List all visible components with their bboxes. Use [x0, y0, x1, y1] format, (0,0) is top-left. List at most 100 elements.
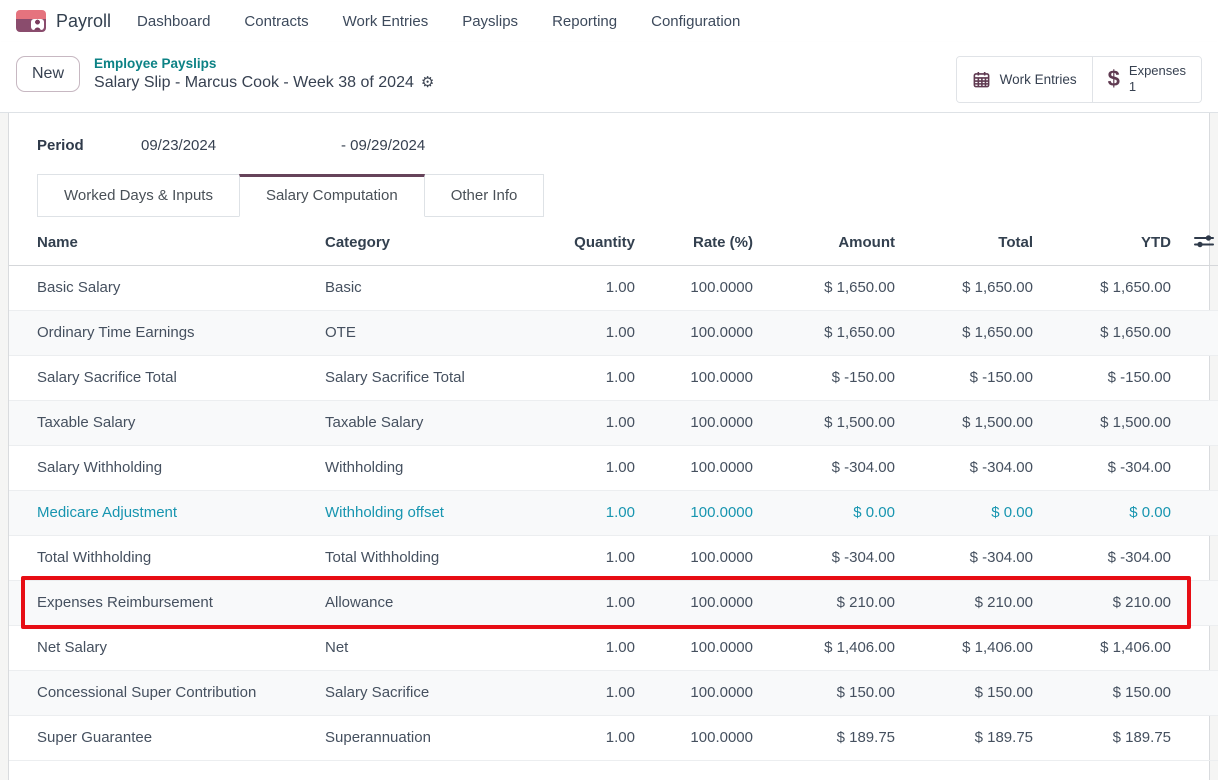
cell-total[interactable]: $ -304.00 [905, 445, 1043, 490]
payslip-line-row[interactable]: Total Withholding Total Withholding 1.00… [9, 535, 1218, 580]
cell-name[interactable]: Ordinary Time Earnings [9, 310, 325, 355]
cell-rate[interactable]: 100.0000 [645, 265, 763, 310]
payslip-line-row[interactable]: Super Guarantee Superannuation 1.00 100.… [9, 715, 1218, 760]
cell-rate[interactable]: 100.0000 [645, 715, 763, 760]
nav-item-configuration[interactable]: Configuration [651, 13, 740, 30]
cell-total[interactable]: $ -150.00 [905, 355, 1043, 400]
sliders-icon[interactable] [1194, 233, 1214, 249]
cell-quantity[interactable]: 1.00 [543, 535, 645, 580]
cell-name[interactable]: Total Withholding [9, 535, 325, 580]
cell-quantity[interactable]: 1.00 [543, 310, 645, 355]
tab-worked-days-inputs[interactable]: Worked Days & Inputs [37, 174, 240, 217]
cell-total[interactable]: $ 189.75 [905, 715, 1043, 760]
cell-amount[interactable]: $ 0.00 [763, 490, 905, 535]
payslip-line-row[interactable]: Ordinary Time Earnings OTE 1.00 100.0000… [9, 310, 1218, 355]
cell-rate[interactable]: 100.0000 [645, 535, 763, 580]
cell-name[interactable]: Salary Sacrifice Total [9, 355, 325, 400]
cell-ytd[interactable]: $ 1,650.00 [1043, 265, 1181, 310]
cell-name[interactable]: Salary Withholding [9, 445, 325, 490]
cell-amount[interactable]: $ 210.00 [763, 580, 905, 625]
nav-item-contracts[interactable]: Contracts [244, 13, 308, 30]
cell-ytd[interactable]: $ 1,650.00 [1043, 310, 1181, 355]
nav-item-payslips[interactable]: Payslips [462, 13, 518, 30]
tab-salary-computation[interactable]: Salary Computation [239, 174, 425, 217]
payslip-line-row[interactable]: Taxable Salary Taxable Salary 1.00 100.0… [9, 400, 1218, 445]
work-entries-button[interactable]: Work Entries [957, 57, 1092, 102]
cell-name[interactable]: Expenses Reimbursement [9, 580, 325, 625]
cell-rate[interactable]: 100.0000 [645, 490, 763, 535]
cell-name[interactable]: Medicare Adjustment [9, 490, 325, 535]
expenses-button[interactable]: $ Expenses 1 [1092, 57, 1201, 102]
cell-ytd[interactable]: $ -150.00 [1043, 355, 1181, 400]
cell-quantity[interactable]: 1.00 [543, 490, 645, 535]
cell-ytd[interactable]: $ 150.00 [1043, 670, 1181, 715]
breadcrumb-parent-link[interactable]: Employee Payslips [94, 56, 434, 73]
cell-ytd[interactable]: $ 1,406.00 [1043, 625, 1181, 670]
cell-category[interactable]: Superannuation [325, 715, 543, 760]
nav-item-reporting[interactable]: Reporting [552, 13, 617, 30]
cell-category[interactable]: Withholding [325, 445, 543, 490]
cell-rate[interactable]: 100.0000 [645, 670, 763, 715]
payslip-line-row[interactable]: Basic Salary Basic 1.00 100.0000 $ 1,650… [9, 265, 1218, 310]
cell-category[interactable]: Salary Sacrifice [325, 670, 543, 715]
payslip-line-row[interactable]: Medicare Adjustment Withholding offset 1… [9, 490, 1218, 535]
cell-rate[interactable]: 100.0000 [645, 310, 763, 355]
cell-total[interactable]: $ -304.00 [905, 535, 1043, 580]
cell-name[interactable]: Basic Salary [9, 265, 325, 310]
cell-category[interactable]: Allowance [325, 580, 543, 625]
cell-name[interactable]: Net Salary [9, 625, 325, 670]
cell-amount[interactable]: $ 1,650.00 [763, 310, 905, 355]
cell-quantity[interactable]: 1.00 [543, 715, 645, 760]
cell-category[interactable]: Taxable Salary [325, 400, 543, 445]
cell-total[interactable]: $ 1,650.00 [905, 265, 1043, 310]
payslip-line-row[interactable]: Salary Sacrifice Total Salary Sacrifice … [9, 355, 1218, 400]
cell-ytd[interactable]: $ 0.00 [1043, 490, 1181, 535]
cell-amount[interactable]: $ 1,406.00 [763, 625, 905, 670]
cell-total[interactable]: $ 1,500.00 [905, 400, 1043, 445]
cell-name[interactable]: Taxable Salary [9, 400, 325, 445]
cell-amount[interactable]: $ -150.00 [763, 355, 905, 400]
cell-name[interactable]: Concessional Super Contribution [9, 670, 325, 715]
cell-amount[interactable]: $ -304.00 [763, 445, 905, 490]
cell-ytd[interactable]: $ 210.00 [1043, 580, 1181, 625]
nav-item-work-entries[interactable]: Work Entries [343, 13, 429, 30]
cell-category[interactable]: Total Withholding [325, 535, 543, 580]
cell-quantity[interactable]: 1.00 [543, 355, 645, 400]
cell-total[interactable]: $ 1,406.00 [905, 625, 1043, 670]
cell-total[interactable]: $ 0.00 [905, 490, 1043, 535]
payslip-line-row[interactable]: Expenses Reimbursement Allowance 1.00 10… [9, 580, 1218, 625]
cell-category[interactable]: Basic [325, 265, 543, 310]
cell-quantity[interactable]: 1.00 [543, 625, 645, 670]
cell-ytd[interactable]: $ -304.00 [1043, 535, 1181, 580]
cell-amount[interactable]: $ 189.75 [763, 715, 905, 760]
payslip-line-row[interactable]: Concessional Super Contribution Salary S… [9, 670, 1218, 715]
cell-quantity[interactable]: 1.00 [543, 400, 645, 445]
new-button[interactable]: New [16, 56, 80, 92]
cell-quantity[interactable]: 1.00 [543, 265, 645, 310]
cell-rate[interactable]: 100.0000 [645, 445, 763, 490]
cell-name[interactable]: Super Guarantee [9, 715, 325, 760]
cell-ytd[interactable]: $ -304.00 [1043, 445, 1181, 490]
cell-total[interactable]: $ 1,650.00 [905, 310, 1043, 355]
cell-total[interactable]: $ 150.00 [905, 670, 1043, 715]
payslip-line-row[interactable]: Salary Withholding Withholding 1.00 100.… [9, 445, 1218, 490]
nav-item-dashboard[interactable]: Dashboard [137, 13, 210, 30]
cell-category[interactable]: OTE [325, 310, 543, 355]
cell-ytd[interactable]: $ 189.75 [1043, 715, 1181, 760]
cell-quantity[interactable]: 1.00 [543, 670, 645, 715]
cell-quantity[interactable]: 1.00 [543, 445, 645, 490]
payroll-app-icon[interactable] [16, 10, 46, 32]
cell-category[interactable]: Net [325, 625, 543, 670]
cell-amount[interactable]: $ 150.00 [763, 670, 905, 715]
period-start-field[interactable]: 09/23/2024 [141, 137, 341, 154]
cell-rate[interactable]: 100.0000 [645, 580, 763, 625]
cell-rate[interactable]: 100.0000 [645, 355, 763, 400]
cell-rate[interactable]: 100.0000 [645, 625, 763, 670]
tab-other-info[interactable]: Other Info [424, 174, 545, 217]
cell-amount[interactable]: $ 1,500.00 [763, 400, 905, 445]
cell-quantity[interactable]: 1.00 [543, 580, 645, 625]
cell-total[interactable]: $ 210.00 [905, 580, 1043, 625]
payslip-line-row[interactable]: Net Salary Net 1.00 100.0000 $ 1,406.00 … [9, 625, 1218, 670]
cell-amount[interactable]: $ 1,650.00 [763, 265, 905, 310]
cell-ytd[interactable]: $ 1,500.00 [1043, 400, 1181, 445]
